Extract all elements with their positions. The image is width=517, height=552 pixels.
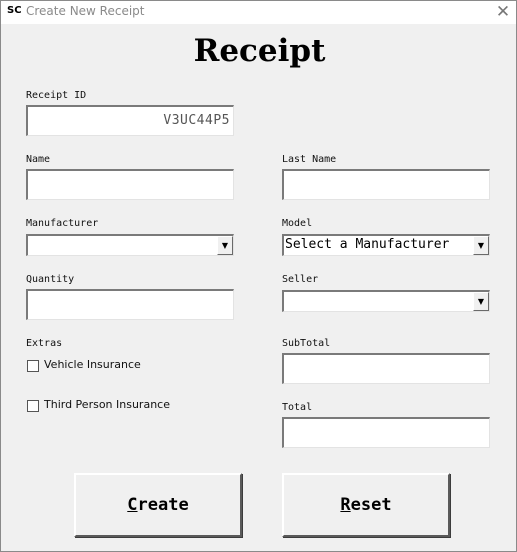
quantity-field[interactable] [26,289,234,320]
chevron-down-icon[interactable]: ▼ [473,236,489,255]
reset-label: eset [350,495,392,515]
last-name-field[interactable] [282,169,490,200]
page-title: Receipt [193,33,326,69]
create-button[interactable]: Create [74,473,242,537]
subtotal-label: SubTotal [282,338,331,349]
create-accel: C [127,495,138,515]
total-label: Total [282,402,313,413]
close-icon[interactable]: ✕ [493,2,513,22]
manufacturer-label: Manufacturer [26,218,99,229]
model-label: Model [282,218,313,229]
chevron-down-icon[interactable]: ▼ [217,236,233,255]
subtotal-field[interactable] [282,353,490,384]
name-label: Name [26,154,51,165]
last-name-label: Last Name [282,154,337,165]
vehicle-insurance-label: Vehicle Insurance [44,358,141,371]
extras-label: Extras [26,338,63,349]
reset-button[interactable]: Reset [282,473,450,537]
app-icon: SC [7,5,22,16]
total-field[interactable] [282,417,490,448]
receipt-window: SC Create New Receipt ✕ Receipt Receipt … [0,0,517,552]
receipt-id-field[interactable]: V3UC44P5 [26,105,234,136]
quantity-label: Quantity [26,274,75,285]
seller-select[interactable]: ▼ [282,290,490,312]
receipt-id-label: Receipt ID [26,90,87,101]
window-title: Create New Receipt [26,4,145,18]
third-person-insurance-checkbox[interactable] [27,400,39,412]
seller-label: Seller [282,274,319,285]
reset-accel: R [340,495,351,515]
chevron-down-icon[interactable]: ▼ [473,292,489,311]
name-field[interactable] [26,169,234,200]
title-bar[interactable]: SC Create New Receipt ✕ [1,1,516,24]
receipt-id-value: V3UC44P5 [163,113,230,128]
model-select[interactable]: Select a Manufacturer ▼ [282,234,490,256]
vehicle-insurance-checkbox[interactable] [27,360,39,372]
manufacturer-select[interactable]: ▼ [26,234,234,256]
model-selected: Select a Manufacturer [285,237,450,252]
create-label: reate [137,495,189,515]
third-person-insurance-label: Third Person Insurance [44,398,170,411]
